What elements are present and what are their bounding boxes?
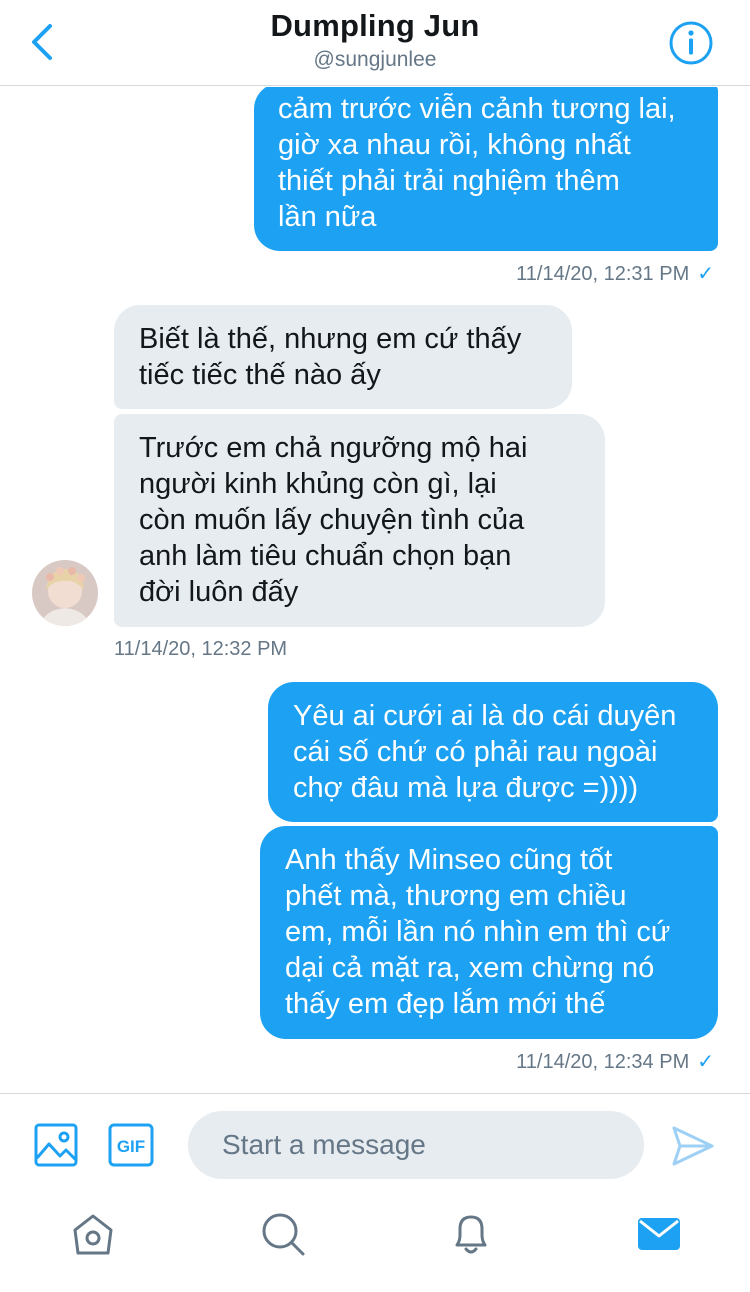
tab-home[interactable] [70, 1211, 116, 1257]
message-bubble-outgoing[interactable]: Yêu ai cưới ai là do cái duyên cái số ch… [268, 682, 718, 822]
tab-search[interactable] [260, 1211, 306, 1257]
message-bubble-incoming[interactable]: Biết là thế, nhưng em cứ thấy tiếc tiếc … [114, 305, 572, 409]
message-thread[interactable]: cảm trước viễn cảnh tương lai, giờ xa nh… [0, 87, 750, 1093]
timestamp-text: 11/14/20, 12:31 PM [516, 263, 690, 285]
message-bubble-outgoing[interactable]: Anh thấy Minseo cũng tốt phết mà, thương… [260, 826, 718, 1039]
bottom-tab-bar [0, 1193, 750, 1292]
message-input-placeholder: Start a message [222, 1129, 426, 1160]
gif-label: GIF [117, 1137, 145, 1156]
message-composer: GIF Start a message [0, 1093, 750, 1193]
info-button[interactable] [668, 20, 714, 66]
conversation-header: Dumpling Jun @sungjunlee [0, 0, 750, 86]
info-icon [669, 21, 713, 65]
message-bubble-incoming[interactable]: Trước em chả ngưỡng mộ hai người kinh kh… [114, 414, 605, 627]
send-icon [672, 1126, 714, 1166]
message-bubble-outgoing[interactable]: cảm trước viễn cảnh tương lai, giờ xa nh… [254, 87, 718, 251]
message-input[interactable]: Start a message [188, 1111, 644, 1179]
avatar-image [32, 560, 98, 626]
message-timestamp: 11/14/20, 12:32 PM [114, 638, 288, 660]
timestamp-text: 11/14/20, 12:34 PM [516, 1051, 690, 1073]
avatar[interactable] [32, 560, 98, 626]
add-gif-button[interactable]: GIF [108, 1123, 154, 1167]
bell-icon [455, 1215, 487, 1254]
envelope-icon [638, 1218, 680, 1250]
tab-notifications[interactable] [448, 1211, 494, 1257]
contact-name[interactable]: Dumpling Jun [0, 8, 750, 44]
home-icon [73, 1214, 113, 1255]
image-icon [34, 1123, 78, 1167]
send-button[interactable] [670, 1124, 716, 1168]
gif-icon: GIF [108, 1123, 154, 1167]
tab-messages[interactable] [636, 1211, 682, 1257]
message-timestamp: 11/14/20, 12:31 PM ✓ [516, 261, 714, 286]
search-icon [262, 1213, 305, 1256]
contact-handle: @sungjunlee [313, 48, 437, 71]
read-check-icon: ✓ [697, 1051, 714, 1073]
read-check-icon: ✓ [697, 263, 714, 285]
message-timestamp: 11/14/20, 12:34 PM ✓ [516, 1049, 714, 1074]
add-photo-button[interactable] [34, 1122, 80, 1168]
